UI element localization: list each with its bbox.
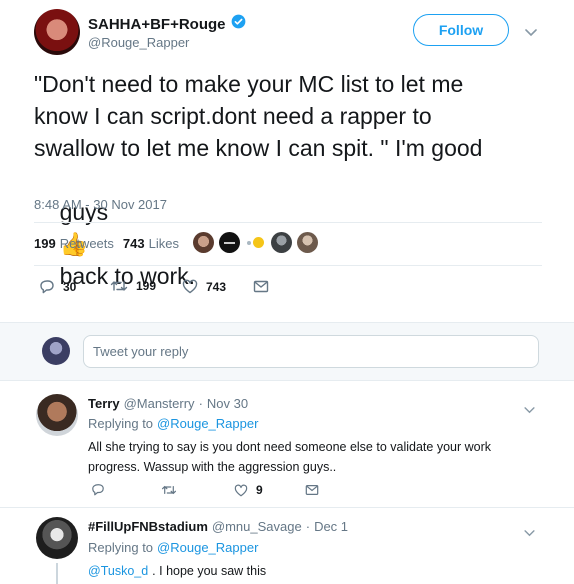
reply-author-handle[interactable]: @mnu_Savage <box>212 519 302 534</box>
liker-avatars <box>193 232 318 253</box>
liker-avatar[interactable] <box>271 232 292 253</box>
likes-stat[interactable]: 743 Likes <box>123 236 179 251</box>
tweet-text-line: "Don't need to make your MC list to let … <box>34 71 464 97</box>
reply-time[interactable]: Dec 1 <box>314 519 348 534</box>
reply-reply-action[interactable] <box>91 483 105 496</box>
reply-input-placeholder: Tweet your reply <box>93 344 189 359</box>
reply-retweet-action[interactable] <box>161 484 177 496</box>
follow-button[interactable]: Follow <box>413 14 509 46</box>
envelope-icon <box>305 484 319 496</box>
replying-to: Replying to @Rouge_Rapper <box>88 540 258 555</box>
reply-author-name[interactable]: #FillUpFNBstadium <box>88 519 208 534</box>
liker-avatar[interactable] <box>245 232 266 253</box>
direct-message-action[interactable] <box>253 280 269 293</box>
follow-button-label: Follow <box>438 22 484 38</box>
reply-author-avatar[interactable] <box>36 394 78 436</box>
retweet-icon <box>110 279 128 293</box>
author-name-row[interactable]: SAHHA+BF+Rouge <box>88 14 246 34</box>
likes-count: 743 <box>122 236 145 251</box>
reply-text-line: progress. Wassup with the aggression guy… <box>88 460 337 474</box>
verified-badge-icon <box>231 14 246 34</box>
liker-avatar[interactable] <box>219 232 240 253</box>
current-user-avatar[interactable] <box>42 337 70 365</box>
replying-to-link[interactable]: @Rouge_Rapper <box>157 540 258 555</box>
reply-text-fragment: . I hope you saw this <box>152 564 267 578</box>
reply-count: 30 <box>63 279 77 294</box>
divider <box>34 265 542 266</box>
tweet-text-line: swallow to let me know I can spit. " I'm… <box>34 135 483 161</box>
separator-dot: · <box>305 519 311 534</box>
divider <box>0 507 574 508</box>
retweet-icon <box>161 484 177 496</box>
retweets-stat[interactable]: 199 Retweets <box>34 236 114 251</box>
reply-chevron-down-icon[interactable] <box>524 524 535 542</box>
like-count: 743 <box>206 279 227 294</box>
like-action[interactable]: 743 <box>182 279 226 294</box>
stats-row: 199 Retweets 743 Likes <box>34 236 179 251</box>
reply-like-action[interactable]: 9 <box>234 483 263 497</box>
reply-text: All she trying to say is you dont need s… <box>88 437 491 477</box>
chevron-down-icon[interactable] <box>525 24 537 42</box>
retweet-action[interactable]: 199 <box>110 279 156 293</box>
reply-action[interactable]: 30 <box>39 279 76 294</box>
separator-dot: · <box>198 396 203 411</box>
heart-icon <box>234 484 248 497</box>
reply-text-line: All she trying to say is you dont need s… <box>88 440 491 454</box>
retweet-count: 199 <box>136 279 157 293</box>
heart-icon <box>182 279 198 294</box>
author-avatar[interactable] <box>34 9 80 55</box>
author-display-name[interactable]: SAHHA+BF+Rouge <box>88 16 226 33</box>
replying-to-prefix: Replying to <box>88 540 154 555</box>
mention-link[interactable]: @Tusko_d <box>88 561 148 581</box>
reply-header: Terry @Mansterry · Nov 30 <box>88 396 248 411</box>
reply-author-handle[interactable]: @Mansterry <box>124 396 195 411</box>
reply-composer: Tweet your reply <box>0 322 574 381</box>
reply-input[interactable]: Tweet your reply <box>83 335 539 368</box>
author-handle[interactable]: @Rouge_Rapper <box>88 35 189 50</box>
tweet-text-line: know I can script.dont need a rapper to <box>34 103 432 129</box>
reply-chevron-down-icon[interactable] <box>524 401 535 419</box>
replying-to-prefix: Replying to <box>88 416 154 431</box>
retweets-label: Retweets <box>59 236 114 251</box>
reply-icon <box>39 279 55 294</box>
reply-author-avatar[interactable] <box>36 517 78 559</box>
reply-time[interactable]: Nov 30 <box>207 396 248 411</box>
reply-text: @Tusko_d . I hope you saw this <box>88 561 266 581</box>
retweets-count: 199 <box>34 236 56 251</box>
liker-avatar[interactable] <box>193 232 214 253</box>
envelope-icon <box>253 280 269 293</box>
reply-dm-action[interactable] <box>305 484 319 496</box>
replying-to-link[interactable]: @Rouge_Rapper <box>157 416 258 431</box>
liker-avatar[interactable] <box>297 232 318 253</box>
reply-like-count: 9 <box>256 483 263 497</box>
tweet-timestamp[interactable]: 8:48 AM - 30 Nov 2017 <box>34 197 167 212</box>
reply-icon <box>91 483 105 496</box>
reply-header: #FillUpFNBstadium @mnu_Savage · Dec 1 <box>88 519 348 534</box>
divider <box>34 222 542 223</box>
replying-to: Replying to @Rouge_Rapper <box>88 416 258 431</box>
thread-line <box>56 563 58 584</box>
likes-label: Likes <box>148 236 179 251</box>
reply-author-name[interactable]: Terry <box>88 396 120 411</box>
